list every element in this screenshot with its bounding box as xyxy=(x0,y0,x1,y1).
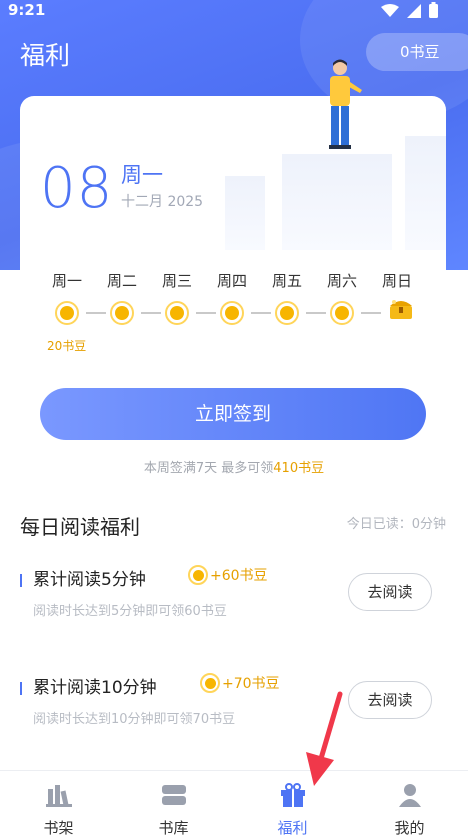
wifi-icon xyxy=(381,3,399,22)
date-month-year: 十二月 2025 xyxy=(121,194,204,210)
signin-button[interactable]: 立即签到 xyxy=(40,388,426,440)
bean-coin-icon xyxy=(110,301,134,325)
day-label: 周六 xyxy=(326,272,357,290)
divider xyxy=(306,312,326,314)
library-icon xyxy=(161,783,187,811)
decorative-building xyxy=(282,154,392,250)
treasure-chest-icon xyxy=(388,298,414,320)
task-bonus-text: +70书豆 xyxy=(222,676,280,692)
task-bonus: +60书豆 xyxy=(188,565,268,585)
bean-coin-icon xyxy=(330,301,354,325)
tab-label: 书库 xyxy=(158,819,189,837)
day-label: 周日 xyxy=(381,272,412,290)
divider xyxy=(196,312,216,314)
divider xyxy=(86,312,106,314)
week-note-text: 本周签满7天 最多可领 xyxy=(143,461,274,476)
status-bar: 9:21 xyxy=(0,0,468,22)
tab-library[interactable]: 书库 xyxy=(115,771,232,840)
bottom-tab-bar: 书架 书库 福利 我的 xyxy=(0,770,468,840)
go-read-button[interactable]: 去阅读 xyxy=(348,681,432,719)
signal-icon xyxy=(407,3,421,22)
task-marker xyxy=(20,574,22,587)
divider xyxy=(141,312,161,314)
person-icon xyxy=(397,783,423,811)
day-label: 周一 xyxy=(51,272,82,290)
tab-bookshelf[interactable]: 书架 xyxy=(0,771,117,840)
day-label: 周三 xyxy=(161,272,192,290)
task-title: 累计阅读5分钟 xyxy=(33,570,146,590)
first-day-reward: 20书豆 xyxy=(47,339,87,353)
week-reward-note: 本周签满7天 最多可领410书豆 xyxy=(0,457,468,476)
reading-task: 累计阅读10分钟 +70书豆 阅读时长达到10分钟即可领70书豆 去阅读 xyxy=(20,673,448,753)
divider xyxy=(251,312,271,314)
task-description: 阅读时长达到10分钟即可领70书豆 xyxy=(33,712,236,727)
section-title: 每日阅读福利 xyxy=(20,515,140,539)
status-time: 9:21 xyxy=(8,1,46,19)
page-title: 福利 xyxy=(20,41,71,70)
task-description: 阅读时长达到5分钟即可领60书豆 xyxy=(33,604,227,619)
divider xyxy=(361,312,381,314)
today-read-time: 今日已读：0分钟 xyxy=(346,517,446,532)
person-illustration xyxy=(322,58,368,162)
bean-coin-icon xyxy=(220,301,244,325)
task-title: 累计阅读10分钟 xyxy=(33,678,157,698)
bean-coin-icon xyxy=(55,301,79,325)
task-marker xyxy=(20,682,22,695)
battery-icon xyxy=(429,2,438,22)
day-label: 周四 xyxy=(216,272,247,290)
tab-label: 我的 xyxy=(394,819,425,837)
beans-balance-button[interactable]: 0书豆 xyxy=(366,33,468,71)
bean-coin-icon xyxy=(165,301,189,325)
tab-label: 福利 xyxy=(277,819,308,837)
go-read-button[interactable]: 去阅读 xyxy=(348,573,432,611)
tab-mine[interactable]: 我的 xyxy=(351,771,468,840)
decorative-building xyxy=(225,176,265,250)
date-day: 08 xyxy=(40,156,114,221)
day-label: 周二 xyxy=(106,272,137,290)
tab-label: 书架 xyxy=(43,819,74,837)
day-label: 周五 xyxy=(271,272,302,290)
date-weekday: 周一 xyxy=(121,163,163,187)
task-bonus-text: +60书豆 xyxy=(210,568,268,584)
bean-coin-icon xyxy=(200,673,220,693)
reading-task: 累计阅读5分钟 +60书豆 阅读时长达到5分钟即可领60书豆 去阅读 xyxy=(20,565,448,645)
signin-card: 08 周一 十二月 2025 xyxy=(20,96,446,328)
annotation-arrow xyxy=(300,690,350,794)
bookshelf-icon xyxy=(45,783,72,811)
task-bonus: +70书豆 xyxy=(200,673,280,693)
bean-coin-icon xyxy=(188,565,208,585)
week-note-highlight: 410书豆 xyxy=(273,461,325,476)
bean-coin-icon xyxy=(275,301,299,325)
decorative-building xyxy=(405,136,446,250)
